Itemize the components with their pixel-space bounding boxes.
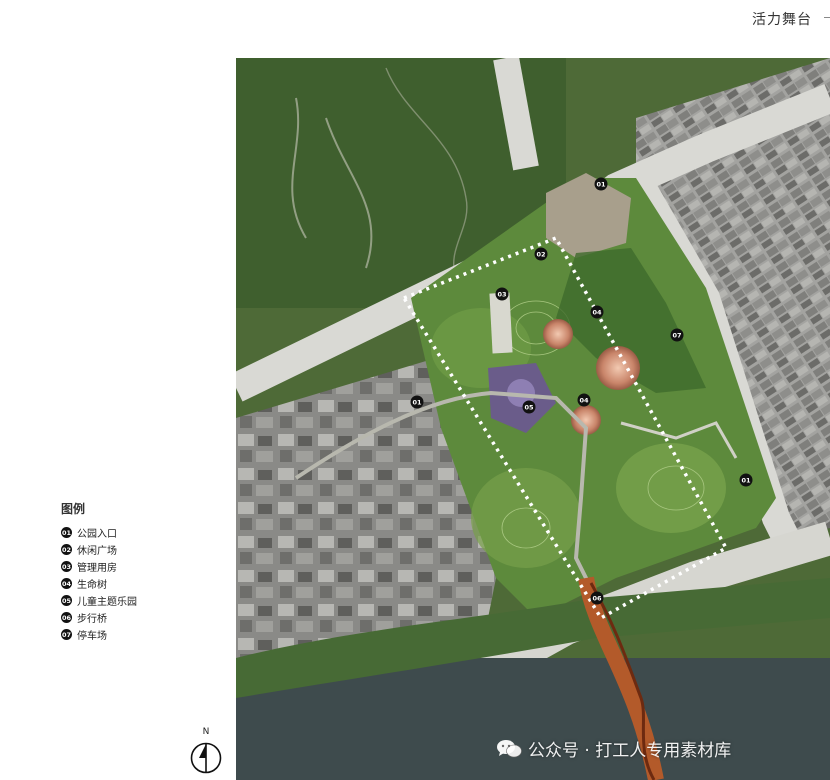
north-arrow-icon xyxy=(190,742,222,774)
legend-label: 停车场 xyxy=(77,631,107,642)
legend-label: 儿童主题乐园 xyxy=(77,597,137,608)
legend-label: 公园入口 xyxy=(77,529,117,540)
legend-number: 06 xyxy=(61,612,72,623)
legend-item: 06 步行桥 xyxy=(61,609,137,626)
legend-number: 04 xyxy=(61,578,72,589)
legend-number: 07 xyxy=(61,629,72,640)
map-marker: 05 xyxy=(522,400,536,414)
legend-label: 生命树 xyxy=(77,580,107,591)
map-markers: 01 01 01 02 03 04 04 05 06 07 xyxy=(410,177,753,605)
legend-number: 05 xyxy=(61,595,72,606)
watermark: 公众号 · 打工人专用素材库 xyxy=(496,736,731,761)
legend-title: 图例 xyxy=(61,502,86,516)
legend: 图例 01 公园入口 02 休闲广场 03 管理用房 04 生命树 05 儿童主题乐园 0… xyxy=(61,500,137,643)
site-plan-map: 01 01 01 02 03 04 04 05 06 07 xyxy=(236,58,830,780)
map-marker: 02 xyxy=(534,247,548,261)
page-title: 活力舞台 xyxy=(752,12,812,28)
legend-number: 03 xyxy=(61,561,72,572)
legend-item: 05 儿童主题乐园 xyxy=(61,592,137,609)
svg-text:01: 01 xyxy=(412,398,422,406)
watermark-text: 公众号 · 打工人专用素材库 xyxy=(528,741,732,761)
legend-label: 管理用房 xyxy=(77,563,117,574)
map-marker: 01 xyxy=(594,177,608,191)
map-marker: 01 xyxy=(410,395,424,409)
legend-item: 02 休闲广场 xyxy=(61,541,137,558)
legend-item: 01 公园入口 xyxy=(61,524,137,541)
svg-text:01: 01 xyxy=(596,180,606,188)
svg-text:04: 04 xyxy=(579,396,589,404)
north-label: N xyxy=(202,727,210,737)
legend-number: 01 xyxy=(61,527,72,538)
wechat-icon xyxy=(496,739,522,759)
legend-item: 07 停车场 xyxy=(61,626,137,643)
svg-text:03: 03 xyxy=(497,290,506,298)
svg-text:04: 04 xyxy=(592,308,602,316)
map-marker: 07 xyxy=(670,328,684,342)
title-divider xyxy=(824,17,830,18)
svg-text:07: 07 xyxy=(672,331,681,339)
legend-number: 02 xyxy=(61,544,72,555)
legend-label: 步行桥 xyxy=(77,614,107,625)
map-marker: 06 xyxy=(590,591,604,605)
svg-text:05: 05 xyxy=(524,403,534,411)
map-marker: 03 xyxy=(495,287,509,301)
legend-label: 休闲广场 xyxy=(77,546,117,557)
svg-text:06: 06 xyxy=(592,594,602,602)
legend-item: 03 管理用房 xyxy=(61,558,137,575)
north-arrow: N xyxy=(189,727,223,777)
svg-text:01: 01 xyxy=(741,476,751,484)
legend-item: 04 生命树 xyxy=(61,575,137,592)
map-marker: 01 xyxy=(739,473,753,487)
map-marker: 04 xyxy=(590,305,604,319)
map-marker: 04 xyxy=(577,393,591,407)
svg-text:02: 02 xyxy=(536,250,545,258)
